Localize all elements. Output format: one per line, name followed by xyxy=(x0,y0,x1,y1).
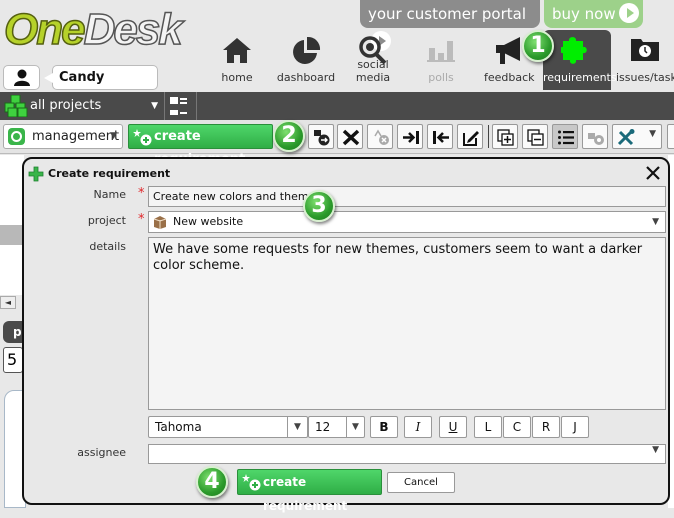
indent-icon xyxy=(403,131,419,144)
step-badge-4: 4 xyxy=(196,466,228,498)
chevron-down-icon: ▼ xyxy=(287,417,307,437)
unlink-button[interactable] xyxy=(367,124,393,149)
indent-button[interactable] xyxy=(397,124,423,149)
name-input[interactable]: Create new colors and themes xyxy=(148,186,666,207)
watch-button[interactable] xyxy=(582,124,608,149)
nav-social-media[interactable]: social media xyxy=(342,30,404,90)
font-family-select[interactable]: Tahoma ▼ xyxy=(148,416,308,438)
expand-icon xyxy=(497,129,514,146)
delete-button[interactable] xyxy=(337,124,363,149)
close-dialog-button[interactable] xyxy=(644,164,662,182)
pie-chart-icon xyxy=(293,36,321,64)
chevron-down-icon: ▼ xyxy=(151,101,158,111)
user-icon xyxy=(14,69,30,86)
required-marker: * xyxy=(138,212,145,227)
details-textarea[interactable]: We have some requests for new themes, cu… xyxy=(148,237,666,410)
projects-cubes-icon xyxy=(4,95,28,117)
project-dropdown[interactable]: New website ▼ xyxy=(148,211,666,233)
add-icon xyxy=(28,166,44,182)
list-icon xyxy=(558,130,574,145)
toolbar-overflow-button[interactable] xyxy=(667,124,674,149)
background-selected-row xyxy=(0,225,24,245)
view-icon xyxy=(8,128,25,145)
puzzle-icon xyxy=(561,37,587,64)
create-requirement-button[interactable]: create requirement xyxy=(128,124,273,167)
chevron-down-icon: ▼ xyxy=(652,445,659,455)
chevron-down-icon: ▼ xyxy=(652,217,659,227)
move-button[interactable] xyxy=(308,124,334,149)
tools-icon xyxy=(617,129,635,146)
background-number-field: 5 xyxy=(3,347,23,373)
step-badge-1: 1 xyxy=(522,30,554,62)
project-label: project xyxy=(87,214,126,227)
customer-portal-button[interactable]: your customer portal xyxy=(360,0,540,51)
submit-create-requirement-button[interactable]: create requirement xyxy=(237,469,382,513)
font-size-select[interactable]: 12 ▼ xyxy=(308,416,365,438)
tools-menu-button[interactable]: ▼ xyxy=(612,124,662,149)
nav-issues-tasks[interactable]: issues/tasks xyxy=(616,30,674,90)
megaphone-icon xyxy=(496,37,520,64)
home-icon xyxy=(223,38,251,63)
view-selector[interactable]: management ▼ xyxy=(3,124,123,149)
chevron-down-icon: ▼ xyxy=(110,131,117,141)
onedesk-logo[interactable]: OneDesk xyxy=(3,5,183,55)
underline-button[interactable]: U xyxy=(439,416,467,438)
outdent-icon xyxy=(433,131,449,144)
bar-chart-icon xyxy=(427,41,455,62)
dialog-title: Create requirement xyxy=(48,167,171,180)
align-justify-button[interactable]: J xyxy=(561,416,589,438)
nav-requirements[interactable]: requirements xyxy=(543,30,617,90)
add-star-icon xyxy=(242,474,261,491)
assignee-dropdown[interactable]: ▼ xyxy=(148,444,666,464)
cancel-button[interactable]: Cancel xyxy=(387,472,455,493)
move-to-icon xyxy=(314,130,330,146)
close-x-icon xyxy=(342,129,360,146)
project-list-view-button[interactable] xyxy=(165,92,197,120)
create-requirement-dialog: Create requirement Name * Create new col… xyxy=(22,157,670,513)
align-right-button[interactable]: R xyxy=(532,416,560,438)
buy-now-button[interactable]: buy now xyxy=(544,0,643,28)
watch-eye-icon xyxy=(588,133,604,145)
remove-link-icon xyxy=(374,129,389,145)
project-box-icon xyxy=(153,216,167,229)
details-label: details xyxy=(89,240,126,253)
step-badge-2: 2 xyxy=(273,120,305,152)
chevron-down-icon: ▼ xyxy=(649,129,656,139)
assignee-label: assignee xyxy=(77,446,126,459)
arrow-right-icon xyxy=(618,3,639,23)
expand-all-button[interactable] xyxy=(492,124,518,149)
add-star-icon xyxy=(133,129,152,146)
edit-icon xyxy=(463,131,479,146)
user-avatar[interactable] xyxy=(3,65,40,90)
nav-home[interactable]: home xyxy=(212,30,262,90)
outdent-button[interactable] xyxy=(427,124,453,149)
bold-button[interactable]: B xyxy=(370,416,398,438)
toolbar: management ▼ create requirement xyxy=(0,120,674,167)
edit-button[interactable] xyxy=(457,124,483,149)
project-list-icon xyxy=(170,97,187,115)
project-bar: all projects ▼ xyxy=(0,92,674,120)
list-view-button[interactable] xyxy=(552,124,578,149)
name-label: Name xyxy=(93,188,126,201)
toolbar-divider xyxy=(488,125,489,148)
user-menu[interactable]: Candy Sweet▾ xyxy=(44,65,158,108)
clock-folder-icon xyxy=(631,39,659,61)
align-left-button[interactable]: L xyxy=(474,416,502,438)
app-header: OneDesk Candy Sweet▾ your customer porta… xyxy=(0,0,674,108)
collapse-icon xyxy=(527,129,544,146)
close-icon xyxy=(646,166,660,180)
chevron-down-icon: ▼ xyxy=(346,417,364,437)
align-center-button[interactable]: C xyxy=(503,416,531,438)
step-badge-3: 3 xyxy=(303,190,335,222)
background-tab[interactable]: p xyxy=(3,321,23,343)
italic-button[interactable]: I xyxy=(404,416,432,438)
collapse-all-button[interactable] xyxy=(522,124,548,149)
scroll-left-button[interactable]: ◄ xyxy=(0,296,16,309)
nav-dashboard[interactable]: dashboard xyxy=(276,30,336,90)
required-marker: * xyxy=(138,186,145,201)
nav-polls[interactable]: polls xyxy=(418,30,464,90)
